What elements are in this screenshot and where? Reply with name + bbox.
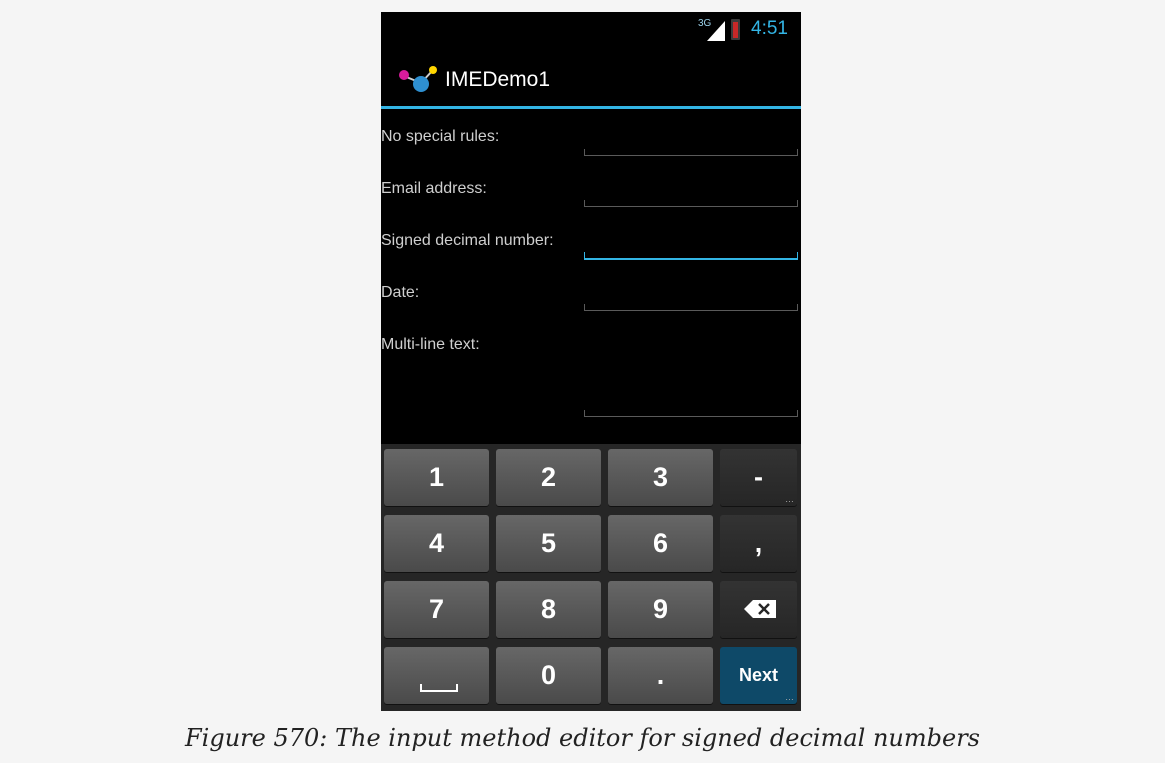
space-key[interactable] <box>384 647 489 704</box>
label-email-address: Email address: <box>381 180 487 197</box>
more-keys-indicator: … <box>785 494 794 504</box>
space-icon <box>420 684 458 692</box>
key-9[interactable]: 9 <box>608 581 713 638</box>
next-key[interactable]: Next… <box>720 647 797 704</box>
date-field[interactable] <box>584 304 798 311</box>
key-period[interactable]: . <box>608 647 713 704</box>
key-minus[interactable]: -… <box>720 449 797 506</box>
label-no-special-rules: No special rules: <box>381 128 500 145</box>
label-date: Date: <box>381 284 420 301</box>
key-3[interactable]: 3 <box>608 449 713 506</box>
backspace-key[interactable] <box>720 581 797 638</box>
label-multi-line-text: Multi-line text: <box>381 336 480 353</box>
no-special-rules-field[interactable] <box>584 149 798 156</box>
key-5[interactable]: 5 <box>496 515 601 572</box>
status-bar: 3G 4:51 <box>381 12 801 46</box>
email-address-field[interactable] <box>584 200 798 207</box>
app-title: IMEDemo1 <box>445 68 551 91</box>
clock: 4:51 <box>751 18 788 39</box>
key-1[interactable]: 1 <box>384 449 489 506</box>
signed-decimal-number-field[interactable] <box>584 252 798 260</box>
multi-line-text-field[interactable] <box>584 410 798 417</box>
action-bar-divider <box>381 106 801 109</box>
more-keys-indicator: … <box>785 692 794 702</box>
phone-screen: 3G 4:51 IMEDemo1 No special rules: Email… <box>381 12 801 711</box>
numeric-keyboard: 1 2 3 -… 4 5 6 , 7 8 9 0 . Next… <box>381 444 801 711</box>
key-6[interactable]: 6 <box>608 515 713 572</box>
key-8[interactable]: 8 <box>496 581 601 638</box>
key-0[interactable]: 0 <box>496 647 601 704</box>
signal-icon <box>707 21 725 41</box>
backspace-icon <box>744 600 776 618</box>
key-7[interactable]: 7 <box>384 581 489 638</box>
molecule-app-icon[interactable] <box>397 64 439 94</box>
action-bar: IMEDemo1 <box>381 46 801 106</box>
battery-icon <box>731 19 740 40</box>
figure-caption: Figure 570: The input method editor for … <box>185 724 980 752</box>
label-signed-decimal-number: Signed decimal number: <box>381 232 554 249</box>
key-comma[interactable]: , <box>720 515 797 572</box>
key-2[interactable]: 2 <box>496 449 601 506</box>
key-4[interactable]: 4 <box>384 515 489 572</box>
